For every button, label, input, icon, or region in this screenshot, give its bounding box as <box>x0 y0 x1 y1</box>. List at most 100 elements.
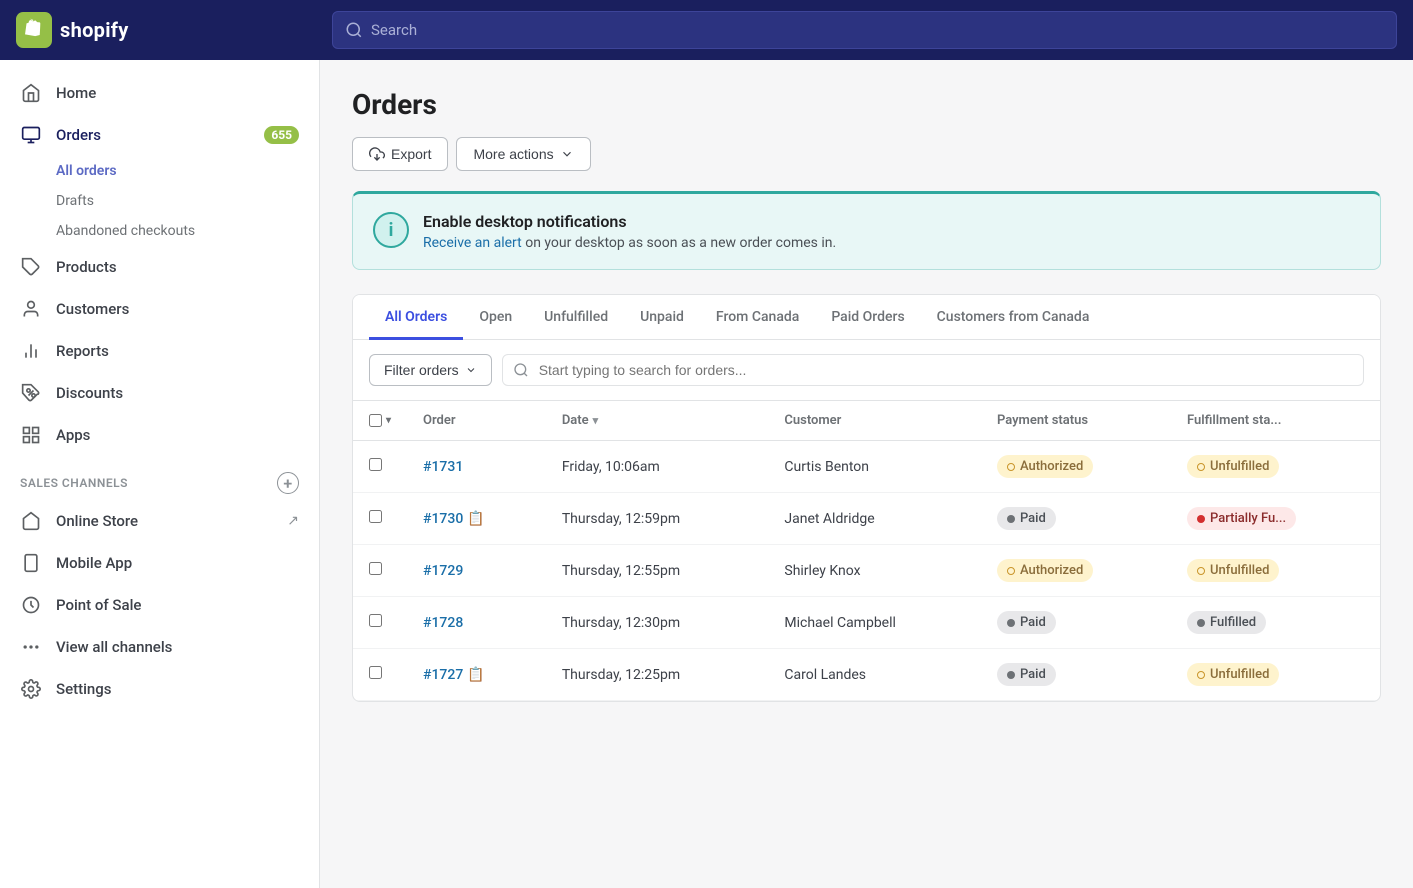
global-search[interactable]: Search <box>332 11 1397 49</box>
more-channels-icon <box>20 636 42 658</box>
note-icon: 📋 <box>467 511 484 527</box>
order-number-cell: #1731 <box>407 441 546 493</box>
order-number-cell: #1728 <box>407 597 546 649</box>
order-link[interactable]: #1731 <box>423 459 463 475</box>
add-channel-button[interactable]: + <box>277 472 299 494</box>
payment-status-badge: Paid <box>997 663 1056 686</box>
status-dot <box>1197 567 1205 575</box>
row-checkbox[interactable] <box>369 614 382 627</box>
tab-all-orders[interactable]: All Orders <box>369 295 463 340</box>
sidebar-item-pos[interactable]: Point of Sale <box>0 584 319 626</box>
filter-orders-button[interactable]: Filter orders <box>369 354 492 386</box>
payment-status-cell: Paid <box>981 493 1171 545</box>
sidebar-item-customers[interactable]: Customers <box>0 288 319 330</box>
home-icon <box>20 82 42 104</box>
payment-status-badge: Authorized <box>997 559 1093 582</box>
tab-open[interactable]: Open <box>463 295 528 340</box>
table-row: #1729Thursday, 12:55pmShirley KnoxAuthor… <box>353 545 1380 597</box>
order-link[interactable]: #1727 <box>423 667 463 683</box>
fulfillment-status-badge: Unfulfilled <box>1187 559 1279 582</box>
payment-status-badge: Authorized <box>997 455 1093 478</box>
sidebar-item-online-store[interactable]: Online Store ↗ <box>0 500 319 542</box>
more-actions-button[interactable]: More actions <box>456 137 590 171</box>
shopify-logo-icon <box>16 12 52 48</box>
customer-name-cell: Shirley Knox <box>768 545 981 597</box>
status-dot <box>1007 515 1015 523</box>
fulfillment-status-cell: Unfulfilled <box>1171 545 1380 597</box>
discounts-icon <box>20 382 42 404</box>
sidebar-item-products[interactable]: Products <box>0 246 319 288</box>
th-payment-status: Payment status <box>981 401 1171 441</box>
fulfillment-status-badge: Unfulfilled <box>1187 663 1279 686</box>
table-row: #1730📋Thursday, 12:59pmJanet AldridgePai… <box>353 493 1380 545</box>
notification-info-icon: i <box>373 212 409 248</box>
tab-paid-orders[interactable]: Paid Orders <box>815 295 920 340</box>
row-checkbox-cell <box>353 441 407 493</box>
page-title: Orders <box>352 88 1381 121</box>
sidebar-reports-label: Reports <box>56 342 109 360</box>
customer-name-cell: Janet Aldridge <box>768 493 981 545</box>
select-all-header[interactable]: ▾ <box>353 401 407 441</box>
order-link[interactable]: #1728 <box>423 615 463 631</box>
tab-unpaid[interactable]: Unpaid <box>624 295 700 340</box>
sidebar-item-orders[interactable]: Orders 655 <box>0 114 319 156</box>
select-dropdown-chevron[interactable]: ▾ <box>386 415 391 426</box>
order-number-cell: #1727📋 <box>407 649 546 701</box>
sidebar-item-apps[interactable]: Apps <box>0 414 319 456</box>
payment-status-cell: Authorized <box>981 441 1171 493</box>
fulfillment-status-badge: Fulfilled <box>1187 611 1266 634</box>
export-button[interactable]: Export <box>352 137 448 171</box>
notification-body: Receive an alert on your desktop as soon… <box>423 235 836 251</box>
row-checkbox[interactable] <box>369 458 382 471</box>
external-link-icon: ↗ <box>287 513 299 529</box>
sidebar-item-discounts[interactable]: Discounts <box>0 372 319 414</box>
toolbar: Export More actions <box>352 137 1381 171</box>
tab-from-canada[interactable]: From Canada <box>700 295 815 340</box>
sidebar-item-settings[interactable]: Settings <box>0 668 319 710</box>
settings-icon <box>20 678 42 700</box>
online-store-label: Online Store <box>56 512 138 530</box>
filter-row: Filter orders <box>353 340 1380 401</box>
notification-banner: i Enable desktop notifications Receive a… <box>352 191 1381 270</box>
sidebar-item-mobile-app[interactable]: Mobile App <box>0 542 319 584</box>
select-all-checkbox[interactable] <box>369 414 382 427</box>
notification-body-suffix: on your desktop as soon as a new order c… <box>522 235 836 251</box>
sidebar-item-reports[interactable]: Reports <box>0 330 319 372</box>
fulfillment-status-cell: Unfulfilled <box>1171 441 1380 493</box>
fulfillment-status-cell: Partially Fu... <box>1171 493 1380 545</box>
row-checkbox[interactable] <box>369 510 382 523</box>
sidebar-subitem-all-orders[interactable]: All orders <box>56 156 319 186</box>
tab-customers-canada[interactable]: Customers from Canada <box>921 295 1106 340</box>
payment-status-cell: Authorized <box>981 545 1171 597</box>
main-content: Orders Export More actions i Enable desk… <box>320 60 1413 888</box>
receive-alert-link[interactable]: Receive an alert <box>423 235 522 251</box>
sidebar-item-home[interactable]: Home <box>0 72 319 114</box>
orders-icon <box>20 124 42 146</box>
tab-unfulfilled[interactable]: Unfulfilled <box>528 295 624 340</box>
sidebar-orders-label: Orders <box>56 126 101 144</box>
sidebar-customers-label: Customers <box>56 300 129 318</box>
sidebar-subitem-abandoned[interactable]: Abandoned checkouts <box>56 216 319 246</box>
row-checkbox[interactable] <box>369 666 382 679</box>
status-dot <box>1197 671 1205 679</box>
sidebar-subitem-drafts[interactable]: Drafts <box>56 186 319 216</box>
order-link[interactable]: #1729 <box>423 563 463 579</box>
orders-badge: 655 <box>264 126 299 144</box>
orders-tabs: All Orders Open Unfulfilled Unpaid From … <box>353 295 1380 340</box>
customer-name-cell: Curtis Benton <box>768 441 981 493</box>
order-number-cell: #1729 <box>407 545 546 597</box>
status-dot <box>1197 515 1205 523</box>
order-link[interactable]: #1730 <box>423 511 463 527</box>
sidebar-item-view-all-channels[interactable]: View all channels <box>0 626 319 668</box>
row-checkbox-cell <box>353 545 407 597</box>
th-date[interactable]: Date ▾ <box>546 401 769 441</box>
table-row: #1731Friday, 10:06amCurtis BentonAuthori… <box>353 441 1380 493</box>
status-dot <box>1197 619 1205 627</box>
fulfillment-status-cell: Fulfilled <box>1171 597 1380 649</box>
payment-status-badge: Paid <box>997 611 1056 634</box>
row-checkbox[interactable] <box>369 562 382 575</box>
search-orders-input[interactable] <box>502 354 1364 386</box>
row-checkbox-cell <box>353 493 407 545</box>
notification-title: Enable desktop notifications <box>423 212 836 231</box>
logo-text: shopify <box>60 18 129 42</box>
